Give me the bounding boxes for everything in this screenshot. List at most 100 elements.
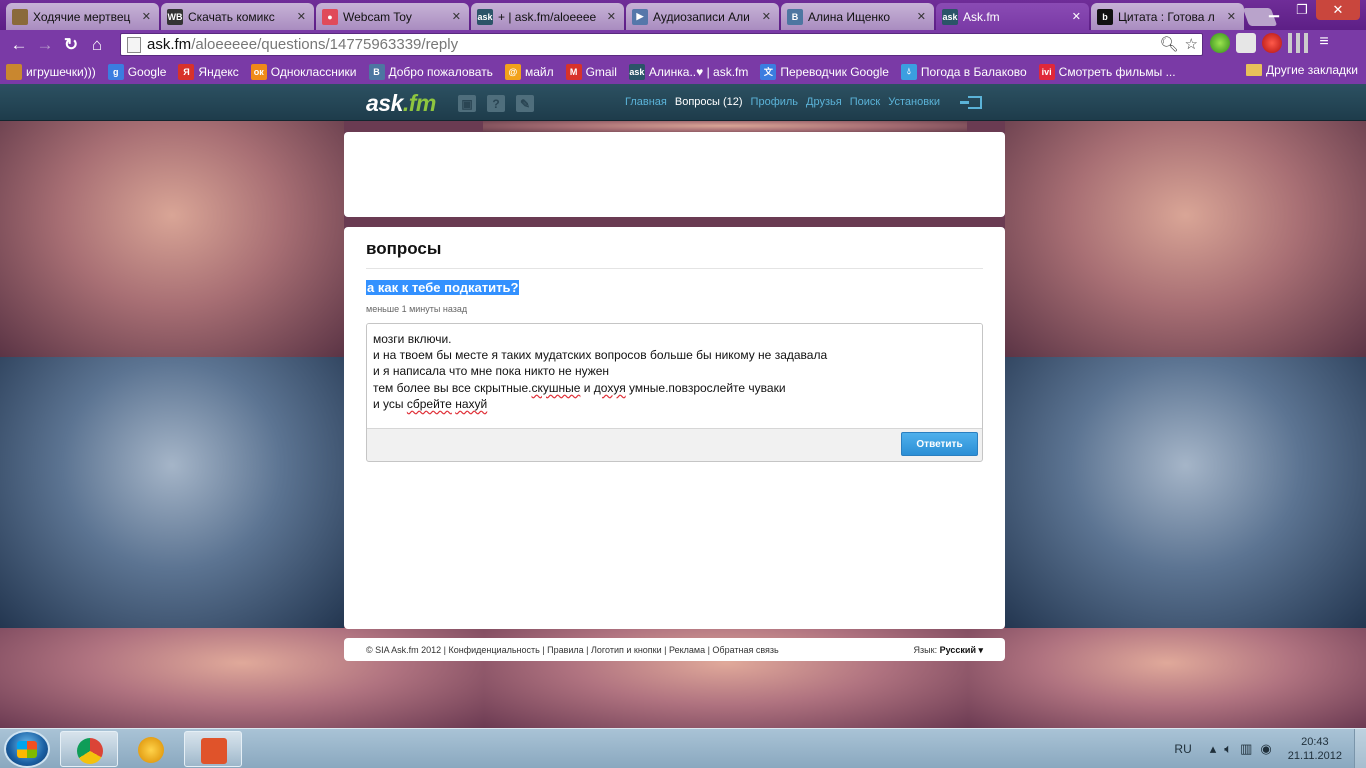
extension-area: ≡ (1210, 33, 1334, 53)
minimize-button[interactable]: ▁ (1260, 0, 1288, 20)
bookmark-item[interactable]: 💧︎ Погода в Балаково (900, 63, 1027, 80)
bookmark-item[interactable]: M Gmail (565, 63, 617, 80)
audio-icon: ▶ (632, 8, 648, 25)
browser-tab[interactable]: Ходячие мертвец ✕ (6, 3, 159, 30)
bookmark-image-icon (6, 63, 22, 80)
volume-icon[interactable]: 🔈︎ (1224, 741, 1232, 757)
bookmark-item[interactable]: ask Алинка..♥ | ask.fm (628, 63, 748, 80)
edit-icon[interactable]: ✎ (516, 95, 534, 112)
address-host: ask.fm (147, 36, 192, 53)
nav-link[interactable]: Друзья (806, 96, 842, 108)
photo-icon[interactable]: ▣ (458, 95, 476, 112)
tray-arrow-icon[interactable]: ▴ (1210, 741, 1217, 757)
tab-close-icon[interactable]: ✕ (607, 10, 616, 23)
askfm-logo[interactable]: ask.fm (366, 90, 436, 117)
tab-title: Ходячие мертвец (33, 9, 131, 24)
question-time: меньше 1 минуты назад (366, 304, 468, 314)
windows-logo-icon (17, 741, 37, 758)
bookmark-item[interactable]: 文 Переводчик Google (760, 63, 889, 80)
logo-suffix: .fm (402, 90, 437, 116)
tab-close-icon[interactable]: ✕ (297, 10, 306, 23)
aimp-icon (138, 737, 164, 763)
spellcheck-word[interactable]: скушные (531, 381, 580, 395)
tab-close-icon[interactable]: ✕ (142, 10, 151, 23)
language-selector[interactable]: Язык: Русский ▾ (914, 645, 983, 656)
tab-close-icon[interactable]: ✕ (1227, 10, 1236, 23)
taskbar-aimp[interactable] (122, 731, 180, 767)
bookmark-star-icon[interactable]: ☆ (1185, 35, 1198, 53)
extension-red-icon[interactable] (1262, 33, 1282, 53)
maximize-button[interactable]: ❐ (1288, 0, 1316, 20)
question-icon[interactable]: ? (487, 95, 505, 112)
close-window-button[interactable]: ✕ (1316, 0, 1360, 20)
browser-tab[interactable]: b Цитата : Готова л ✕ (1091, 3, 1244, 30)
spellcheck-word[interactable]: нахуй (455, 397, 487, 411)
bookmark-item[interactable]: g Google (107, 63, 166, 80)
bookmarks-bar: игрушечки))) g Google Я Яндекс ок Одноклассник… (0, 59, 1366, 84)
nav-link[interactable]: Вопросы (12) (675, 96, 743, 108)
browser-tab[interactable]: ask + | ask.fm/aloeeee ✕ (471, 3, 624, 30)
bookmark-label: игрушечки))) (26, 64, 96, 79)
footer-links[interactable]: © SIA Ask.fm 2012 | Конфиденциальность |… (366, 645, 779, 655)
tab-close-icon[interactable]: ✕ (917, 10, 926, 23)
clock-time: 20:43 (1301, 736, 1329, 748)
nav-link[interactable]: Поиск (850, 96, 880, 108)
answer-textarea[interactable]: мозги включи. и на твоем бы месте я таки… (367, 324, 982, 429)
extension-play-icon[interactable] (1236, 33, 1256, 53)
address-bar[interactable]: ask.fm/aloeeeee/questions/14775963339/re… (120, 33, 1203, 56)
question-text[interactable]: а как к тебе подкатить? (366, 280, 520, 295)
bookmark-label: Яндекс (198, 64, 239, 79)
nav-link[interactable]: Установки (888, 96, 940, 108)
spellcheck-word[interactable]: дохуя (594, 381, 626, 395)
bookmark-label: Добро пожаловать (388, 64, 493, 79)
network-icon[interactable]: ▥ (1240, 741, 1252, 757)
nav-link[interactable]: Профиль (751, 96, 799, 108)
yandex-icon: Я (178, 63, 195, 80)
tab-close-icon[interactable]: ✕ (762, 10, 771, 23)
taskbar-powerpoint[interactable] (184, 731, 242, 767)
quick-actions: ▣ ? ✎ (458, 95, 534, 112)
bookmark-label: Смотреть фильмы ... (1058, 64, 1176, 79)
spellcheck-word[interactable]: сбрейте (407, 397, 452, 411)
zoom-search-icon[interactable]: 🔍︎ (1160, 35, 1179, 53)
extension-green-icon[interactable] (1210, 33, 1230, 53)
start-button[interactable] (4, 730, 50, 768)
bookmark-label: Одноклассники (270, 64, 357, 79)
bookmark-item[interactable]: ivi Смотреть фильмы ... (1038, 63, 1176, 80)
browser-tab[interactable]: ▶ Аудиозаписи Али ✕ (626, 3, 779, 30)
reload-button[interactable]: ↻ (58, 32, 84, 58)
tab-strip: Ходячие мертвец ✕ WB Скачать комикс ✕ ● Webca… (6, 3, 1278, 30)
taskbar-chrome[interactable] (60, 731, 118, 767)
clock[interactable]: 20:43 21.11.2012 (1288, 735, 1342, 763)
show-desktop-button[interactable] (1354, 729, 1366, 768)
bookmark-item[interactable]: @ майл (504, 63, 554, 80)
tab-close-icon[interactable]: ✕ (1072, 10, 1081, 23)
other-bookmarks[interactable]: Другие закладки (1246, 63, 1358, 77)
browser-tab[interactable]: WB Скачать комикс ✕ (161, 3, 314, 30)
nav-link[interactable]: Главная (625, 96, 667, 108)
mail-ru-icon: @ (504, 63, 521, 80)
bookmark-item[interactable]: игрушечки))) (6, 63, 96, 80)
answer-submit-button[interactable]: Ответить (901, 432, 978, 456)
back-button[interactable]: ← (6, 32, 32, 58)
menu-wrench-icon[interactable]: ≡ (1314, 33, 1334, 53)
browser-tab[interactable]: B Алина Ищенко ✕ (781, 3, 934, 30)
browser-tab[interactable]: ask Ask.fm ✕ (936, 3, 1089, 30)
bookmark-item[interactable]: B Добро пожаловать (368, 63, 493, 80)
browser-tab[interactable]: ● Webcam Toy ✕ (316, 3, 469, 30)
tab-title: Ask.fm (963, 9, 1000, 24)
page-viewport: ask.fm ▣ ? ✎ Главная Вопросы (12) Профиль Д… (0, 84, 1366, 728)
input-language[interactable]: RU (1174, 742, 1191, 756)
bookmark-item[interactable]: ок Одноклассники (250, 63, 357, 80)
update-icon[interactable]: ◉ (1260, 741, 1271, 757)
extension-stats-icon[interactable] (1288, 33, 1308, 53)
tab-close-icon[interactable]: ✕ (452, 10, 461, 23)
home-button[interactable]: ⌂ (84, 32, 110, 58)
logout-icon[interactable] (960, 96, 982, 109)
bookmark-item[interactable]: Я Яндекс (178, 63, 239, 80)
tab-title: + | ask.fm/aloeeee (498, 9, 597, 24)
bookmark-label: Gmail (585, 64, 617, 79)
b-site-icon: b (1097, 8, 1113, 25)
askfm-icon: ask (628, 63, 645, 80)
forward-button[interactable]: → (32, 32, 58, 58)
